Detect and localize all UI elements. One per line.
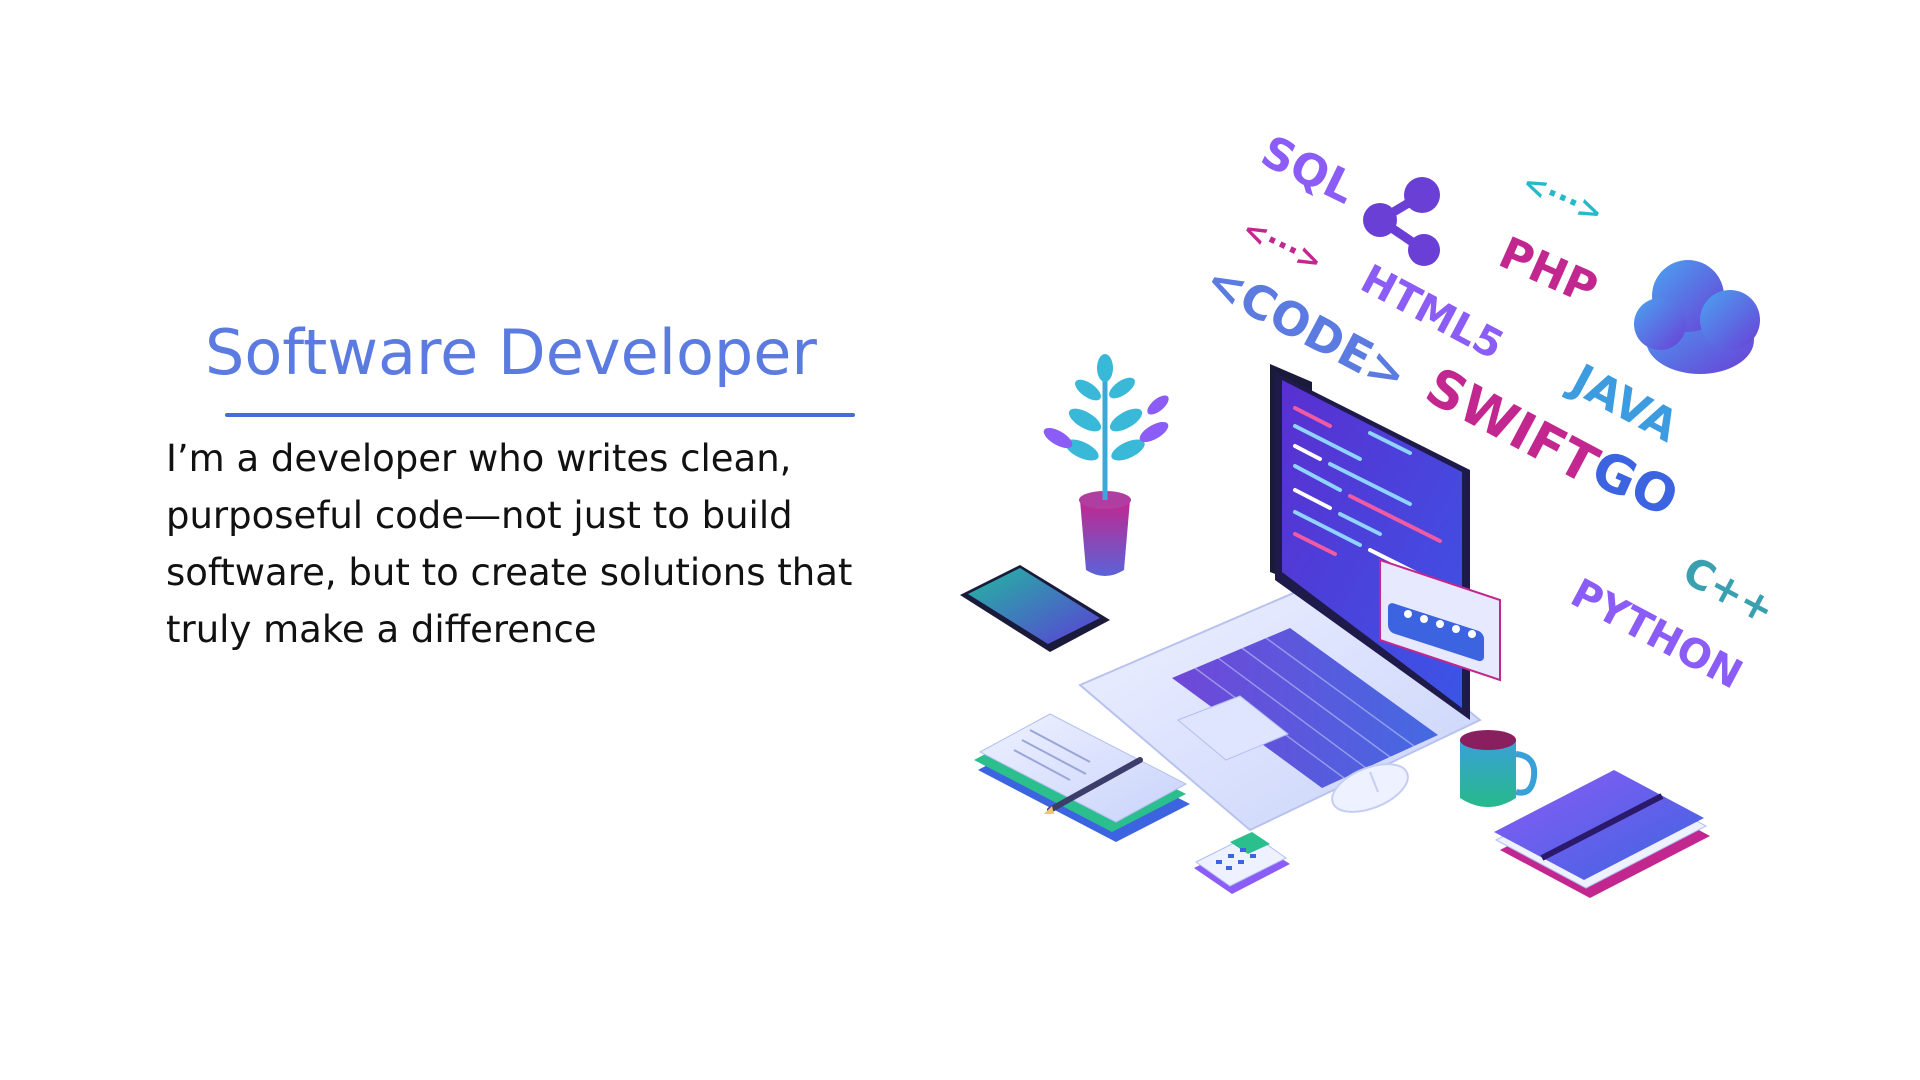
svg-text:SQL: SQL bbox=[1253, 126, 1363, 214]
page-title: Software Developer bbox=[205, 316, 817, 389]
svg-text:PHP: PHP bbox=[1492, 227, 1605, 315]
label-php: PHP bbox=[1492, 227, 1605, 315]
share-icon bbox=[1363, 177, 1440, 266]
label-brackets-right: <···> bbox=[1517, 165, 1608, 231]
svg-text:C++: C++ bbox=[1675, 548, 1782, 634]
calculator bbox=[1194, 832, 1290, 894]
phone bbox=[960, 565, 1110, 652]
label-cpp: C++ bbox=[1675, 548, 1782, 634]
cloud-icon bbox=[1634, 260, 1760, 374]
coffee-mug bbox=[1460, 730, 1538, 807]
svg-text:<···>: <···> bbox=[1517, 165, 1608, 231]
plant bbox=[1043, 354, 1169, 576]
label-sql: SQL bbox=[1253, 126, 1363, 214]
developer-illustration: SQL <···> <CODE> HTML5 PHP <···> SWIFT J… bbox=[960, 126, 1782, 898]
hero-description: I’m a developer who writes clean, purpos… bbox=[166, 437, 853, 651]
title-underline bbox=[225, 413, 855, 417]
